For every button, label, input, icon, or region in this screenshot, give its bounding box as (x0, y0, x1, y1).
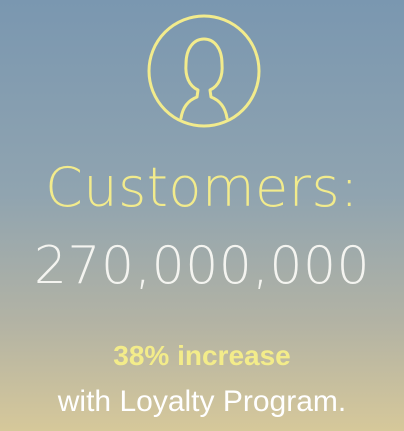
stat-label: Customers: (45, 156, 359, 219)
increase-text: 38% increase (113, 340, 291, 371)
loyalty-note: with Loyalty Program. (57, 385, 347, 418)
customer-stat-card: Customers: 270,000,000 38% increase with… (0, 0, 404, 431)
stat-value: 270,000,000 (33, 236, 371, 296)
user-profile-icon (145, 12, 263, 130)
